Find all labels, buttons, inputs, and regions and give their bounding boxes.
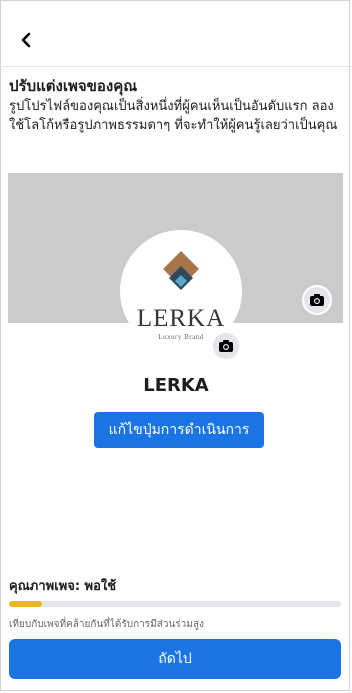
page-quality-note: เทียบกับเพจที่คล้ายกันที่ได้รับการมีส่วน… [9,619,204,630]
edit-action-button[interactable]: แก้ไขปุ่มการดำเนินการ [94,412,264,448]
edit-cover-button[interactable] [302,285,332,315]
header-divider [0,66,352,67]
brand-logo-text: LERKA [136,305,226,332]
camera-icon [310,291,324,310]
back-button[interactable] [14,30,38,54]
chevron-left-icon [19,32,33,52]
page-title: ปรับแต่งเพจของคุณ [9,77,138,95]
edit-profile-picture-button[interactable] [211,331,241,361]
camera-icon [219,337,233,356]
next-button[interactable]: ถัดไป [9,639,341,679]
page-name: LERKA [143,375,209,396]
page-quality-label: คุณภาพเพจ: พอใช้ [9,579,117,594]
page-quality-progress-fill [9,601,43,607]
page-quality-progress [9,601,341,607]
brand-logo [163,251,199,307]
page-description: รูปโปรไฟล์ของคุณเป็นสิ่งหนึ่งที่ผู้คนเห็… [9,99,338,133]
